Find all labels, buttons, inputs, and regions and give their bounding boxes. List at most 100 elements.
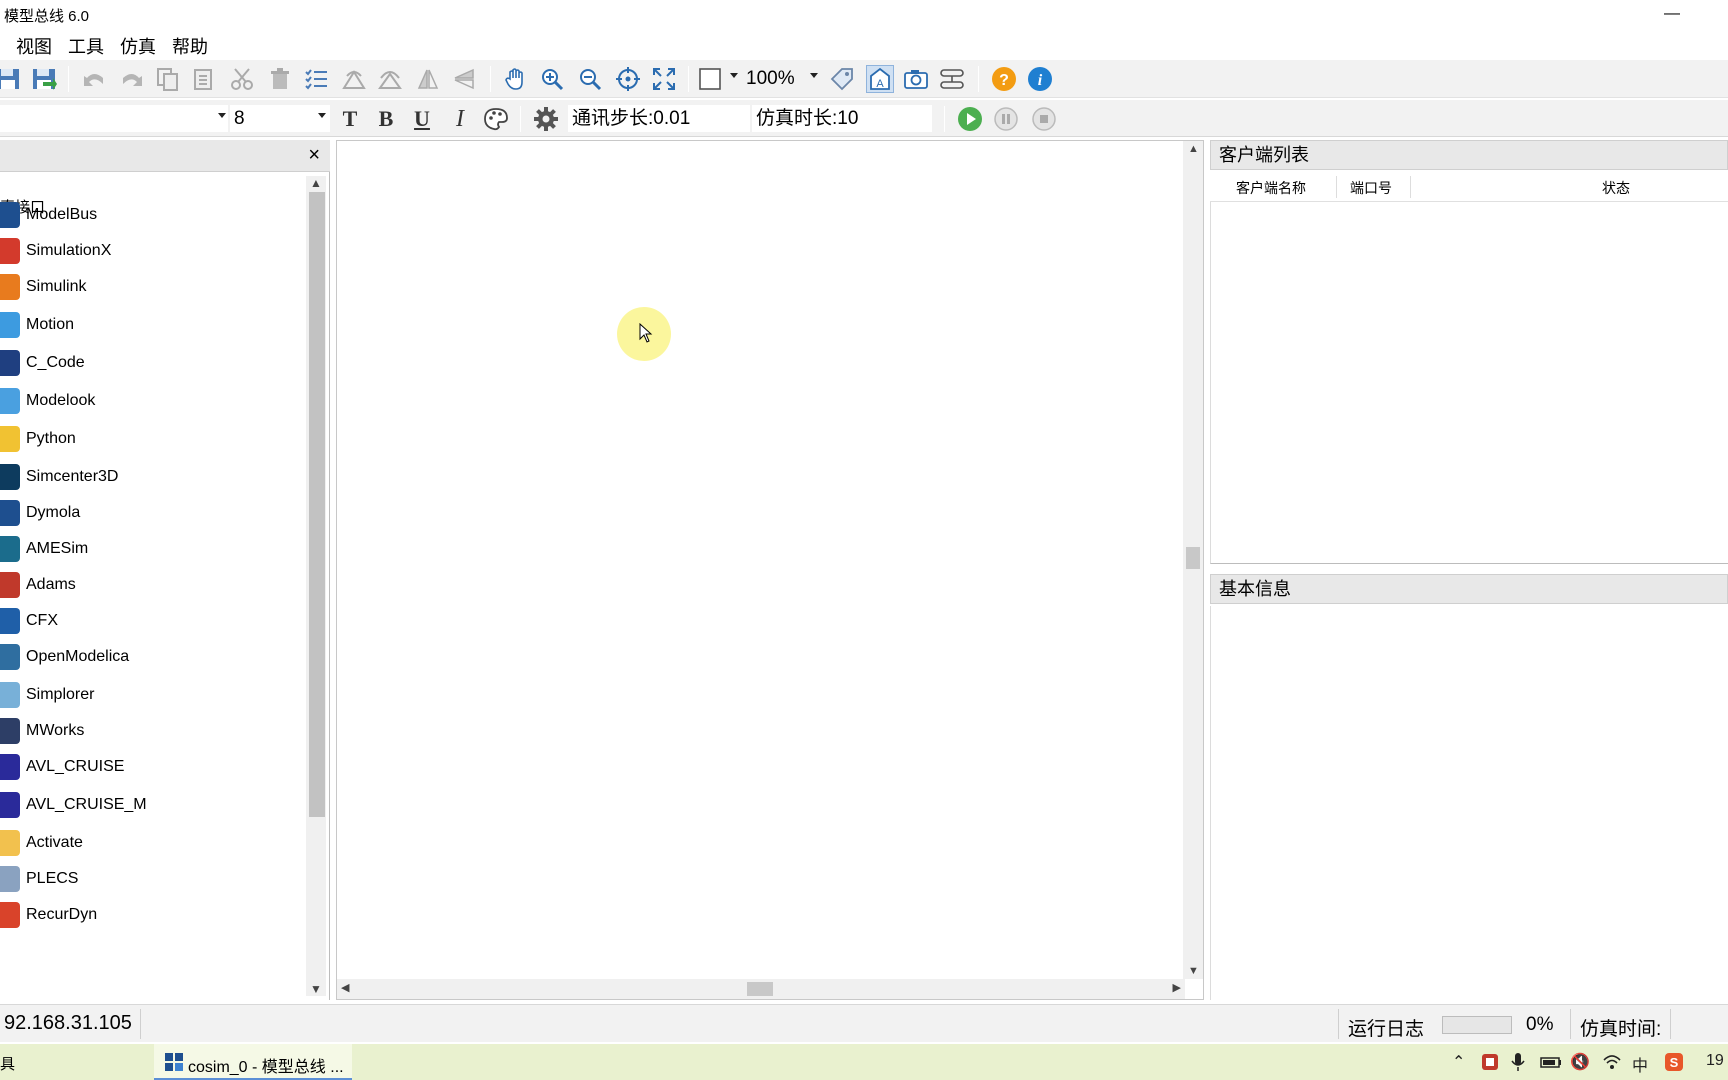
info-icon[interactable]: i — [1026, 65, 1054, 93]
scroll-up-icon[interactable]: ▲ — [310, 176, 322, 190]
select-mode-dropdown-icon[interactable] — [730, 73, 738, 78]
scroll-up-icon[interactable]: ▲ — [1188, 143, 1199, 155]
save-icon[interactable] — [0, 65, 22, 93]
underline-icon[interactable]: U — [408, 105, 436, 133]
component-item[interactable]: Simplorer — [0, 678, 300, 712]
component-item[interactable]: PLECS — [0, 862, 300, 896]
tray-chevron-up-icon[interactable]: ⌃ — [1452, 1052, 1465, 1072]
ime-indicator[interactable]: 中 — [1632, 1052, 1648, 1076]
microphone-icon[interactable] — [1510, 1052, 1526, 1077]
component-item[interactable]: RecurDyn — [0, 898, 300, 932]
component-item[interactable]: SimulationX — [0, 234, 300, 268]
font-family-select[interactable] — [0, 105, 228, 132]
help-icon[interactable]: ? — [990, 65, 1018, 93]
text-annotation-icon[interactable]: A — [866, 65, 894, 93]
menu-tools[interactable]: 工具 — [68, 33, 104, 59]
run-log-label[interactable]: 运行日志 — [1348, 1014, 1424, 1041]
scroll-down-icon[interactable]: ▼ — [310, 982, 322, 996]
canvas-horizontal-scrollbar[interactable]: ◀ ▶ — [337, 979, 1185, 999]
checklist-icon[interactable] — [302, 65, 330, 93]
sogou-ime-icon[interactable]: S — [1664, 1052, 1684, 1077]
text-icon[interactable]: T — [336, 105, 364, 133]
copy-icon[interactable] — [154, 65, 182, 93]
scroll-right-icon[interactable]: ▶ — [1173, 981, 1181, 994]
scroll-thumb[interactable] — [309, 192, 325, 817]
zoom-out-icon[interactable] — [576, 65, 604, 93]
rotate-right-icon[interactable] — [376, 65, 404, 93]
zoom-in-icon[interactable] — [538, 65, 566, 93]
component-item[interactable]: Python — [0, 422, 300, 456]
column-status[interactable]: 状态 — [1602, 178, 1630, 198]
font-family-dropdown-icon[interactable] — [218, 113, 226, 118]
component-item[interactable]: MWorks — [0, 714, 300, 748]
left-scrollbar[interactable]: ▲ ▼ — [306, 176, 326, 996]
sim-duration-field[interactable]: 仿真时长:10 — [752, 105, 932, 132]
pause-icon[interactable] — [992, 105, 1020, 133]
clock-partial[interactable]: 19 — [1706, 1052, 1724, 1070]
scroll-left-icon[interactable]: ◀ — [341, 981, 349, 994]
component-item[interactable]: AVL_CRUISE — [0, 750, 300, 784]
component-label: Simcenter3D — [26, 468, 119, 485]
component-item[interactable]: OpenModelica — [0, 640, 300, 674]
component-item[interactable]: ModelBus — [0, 198, 300, 232]
menu-view[interactable]: 视图 — [16, 33, 52, 59]
canvas-vertical-scrollbar[interactable]: ▲ ▼ — [1183, 141, 1203, 979]
scroll-thumb[interactable] — [1186, 547, 1200, 569]
save-as-icon[interactable] — [30, 65, 58, 93]
connection-icon[interactable] — [938, 65, 966, 93]
battery-icon[interactable] — [1540, 1052, 1562, 1077]
zoom-dropdown-icon[interactable] — [810, 73, 818, 78]
component-item[interactable]: AVL_CRUISE_M — [0, 788, 300, 822]
speaker-muted-icon[interactable]: 🔇 — [1570, 1052, 1590, 1072]
minimize-button[interactable]: — — [1652, 2, 1692, 26]
taskbar-left-label[interactable]: 具 — [0, 1053, 15, 1074]
settings-gear-icon[interactable] — [532, 105, 560, 133]
fit-screen-icon[interactable] — [650, 65, 678, 93]
comm-step-field[interactable]: 通讯步长:0.01 — [568, 105, 750, 132]
menu-simulation[interactable]: 仿真 — [120, 33, 156, 59]
component-item[interactable]: Adams — [0, 568, 300, 602]
center-view-icon[interactable] — [614, 65, 642, 93]
paste-icon[interactable] — [190, 65, 218, 93]
stop-icon[interactable] — [1030, 105, 1058, 133]
wifi-icon[interactable] — [1602, 1052, 1622, 1077]
cut-icon[interactable] — [228, 65, 256, 93]
column-client-name[interactable]: 客户端名称 — [1236, 178, 1306, 198]
component-item[interactable]: Dymola — [0, 496, 300, 530]
component-item[interactable]: Simcenter3D — [0, 460, 300, 494]
tag-icon[interactable] — [828, 65, 856, 93]
component-item[interactable]: CFX — [0, 604, 300, 638]
column-port[interactable]: 端口号 — [1350, 178, 1392, 198]
play-icon[interactable] — [956, 105, 984, 133]
undo-icon[interactable] — [80, 65, 108, 93]
scroll-down-icon[interactable]: ▼ — [1188, 965, 1199, 977]
component-item[interactable]: Motion — [0, 308, 300, 342]
taskbar-app-button[interactable]: cosim_0 - 模型总线 ... — [154, 1044, 352, 1080]
client-table-body[interactable] — [1210, 202, 1728, 564]
pan-hand-icon[interactable] — [502, 65, 530, 93]
zoom-level[interactable]: 100% — [746, 67, 795, 91]
flip-vertical-icon[interactable] — [450, 65, 478, 93]
flip-horizontal-icon[interactable] — [414, 65, 442, 93]
font-size-select[interactable]: 8 — [230, 105, 330, 132]
bold-icon[interactable]: B — [372, 105, 400, 133]
delete-icon[interactable] — [266, 65, 294, 93]
select-rect-icon[interactable] — [696, 65, 724, 93]
component-item[interactable]: AMESim — [0, 532, 300, 566]
scroll-thumb[interactable] — [747, 982, 773, 996]
italic-icon[interactable]: I — [446, 105, 474, 133]
menu-help[interactable]: 帮助 — [172, 33, 208, 59]
client-list-header: 客户端列表 — [1210, 140, 1728, 170]
component-item[interactable]: Modelook — [0, 384, 300, 418]
component-item[interactable]: C_Code — [0, 346, 300, 380]
color-palette-icon[interactable] — [482, 105, 510, 133]
rotate-left-icon[interactable] — [340, 65, 368, 93]
close-icon[interactable]: × — [308, 144, 320, 167]
redo-icon[interactable] — [118, 65, 146, 93]
tray-app-icon[interactable] — [1480, 1052, 1500, 1077]
camera-icon[interactable] — [902, 65, 930, 93]
component-item[interactable]: Simulink — [0, 270, 300, 304]
font-size-dropdown-icon[interactable] — [318, 113, 326, 118]
model-canvas[interactable]: ▲ ▼ ◀ ▶ — [336, 140, 1204, 1000]
component-item[interactable]: Activate — [0, 826, 300, 860]
